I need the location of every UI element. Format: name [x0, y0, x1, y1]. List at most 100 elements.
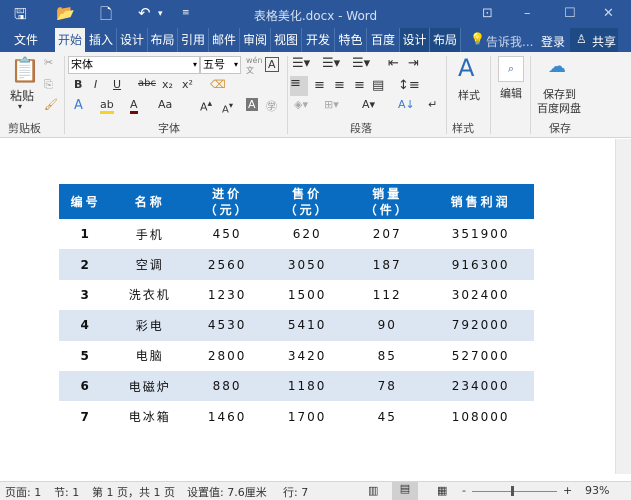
table-cell[interactable]: 1500 — [267, 280, 347, 310]
table-cell[interactable]: 234000 — [427, 370, 534, 402]
share-button[interactable]: ♙ 共享 — [570, 28, 618, 52]
table-cell[interactable]: 手机 — [112, 219, 187, 249]
zoom-level[interactable]: 93% — [585, 484, 609, 497]
font-color-icon[interactable]: A — [130, 98, 138, 114]
numbering-icon[interactable]: ☰▾ — [322, 56, 340, 71]
table-cell[interactable]: 2800 — [187, 341, 267, 371]
table-cell[interactable]: 4530 — [187, 310, 268, 341]
tab-view[interactable]: 视图 — [271, 28, 302, 52]
table-cell[interactable]: 7 — [59, 401, 112, 431]
styles-icon[interactable]: A — [458, 54, 474, 82]
editing-button[interactable]: 编辑 — [500, 85, 522, 101]
print-layout-icon[interactable]: ▤ — [392, 482, 418, 500]
italic-button[interactable]: I — [94, 78, 97, 91]
tab-baidu[interactable]: 百度 — [367, 28, 400, 52]
baidu-cloud-icon[interactable]: ☁ — [548, 56, 566, 77]
table-cell[interactable]: 电磁炉 — [112, 370, 188, 402]
cut-icon[interactable]: ✂ — [44, 56, 53, 69]
tab-table-layout[interactable]: 布局 — [430, 28, 461, 52]
table-cell[interactable]: 90 — [347, 310, 428, 341]
tell-me-search[interactable]: 告诉我... — [486, 33, 533, 50]
change-case-button[interactable]: Aa — [158, 98, 172, 111]
tab-mailings[interactable]: 邮件 — [209, 28, 240, 52]
tab-home[interactable]: 开始 — [55, 28, 85, 52]
table-cell[interactable]: 1230 — [187, 280, 267, 310]
character-shading-icon[interactable]: A — [246, 98, 258, 111]
table-cell[interactable]: 620 — [267, 219, 347, 249]
phonetic-guide-icon[interactable]: wén 文 — [246, 56, 263, 76]
chinese-layout-icon[interactable]: A▾ — [362, 98, 375, 111]
table-cell[interactable]: 3 — [59, 280, 112, 310]
table-cell[interactable]: 880 — [187, 370, 268, 402]
web-layout-icon[interactable]: ▦ — [437, 484, 447, 497]
table-cell[interactable]: 112 — [347, 280, 427, 310]
table-cell[interactable]: 4 — [59, 310, 113, 341]
tab-file[interactable]: 文件 — [4, 28, 48, 52]
tab-insert[interactable]: 插入 — [86, 28, 117, 52]
format-painter-icon[interactable]: 🖌 — [44, 98, 58, 111]
table-cell[interactable]: 6 — [59, 370, 113, 402]
character-border-icon[interactable]: A — [265, 57, 279, 72]
show-marks-icon[interactable]: ↵ — [428, 98, 437, 111]
read-mode-icon[interactable]: ▥ — [368, 484, 378, 497]
font-name-select[interactable]: 宋体 ▾ — [68, 56, 200, 74]
tab-design[interactable]: 设计 — [117, 28, 148, 52]
zoom-in-button[interactable]: + — [563, 484, 572, 497]
highlight-icon[interactable]: ab — [100, 98, 114, 114]
copy-icon[interactable]: ⎘ — [44, 78, 53, 92]
enclose-characters-icon[interactable]: ㊫ — [266, 98, 277, 114]
ribbon-display-icon[interactable]: ⊡ — [482, 6, 493, 21]
line-spacing-icon[interactable]: ↕≡ — [398, 78, 420, 93]
table-cell[interactable]: 450 — [187, 219, 267, 249]
shrink-font-icon[interactable]: A▾ — [222, 100, 233, 115]
zoom-slider-thumb[interactable] — [511, 486, 514, 496]
table-cell[interactable]: 45 — [347, 401, 427, 431]
align-left-icon[interactable]: ≡ — [290, 76, 308, 96]
multilevel-list-icon[interactable]: ☰▾ — [352, 56, 370, 71]
vertical-scrollbar[interactable] — [615, 139, 631, 474]
table-cell[interactable]: 1700 — [267, 401, 347, 431]
table-cell[interactable]: 电脑 — [112, 341, 187, 371]
clear-formatting-icon[interactable]: ⌫ — [210, 78, 226, 91]
table-cell[interactable]: 351900 — [427, 219, 534, 249]
paste-icon[interactable]: 📋 — [10, 56, 40, 84]
decrease-indent-icon[interactable]: ⇤ — [388, 56, 399, 71]
bold-button[interactable]: B — [74, 78, 82, 91]
search-icon[interactable]: ⌕ — [498, 56, 524, 82]
underline-button[interactable]: U — [113, 78, 121, 91]
table-cell[interactable]: 78 — [347, 370, 428, 402]
table-cell[interactable]: 电冰箱 — [112, 401, 187, 431]
tab-references[interactable]: 引用 — [178, 28, 209, 52]
table-cell[interactable]: 彩电 — [112, 310, 188, 341]
table-cell[interactable]: 5 — [59, 341, 112, 371]
table-cell[interactable]: 1180 — [267, 370, 348, 402]
minimize-icon[interactable]: – — [524, 6, 531, 21]
table-cell[interactable]: 3050 — [267, 249, 348, 280]
table-cell[interactable]: 916300 — [427, 249, 534, 280]
table-cell[interactable]: 1460 — [187, 401, 267, 431]
bullets-icon[interactable]: ☰▾ — [292, 56, 310, 71]
table-cell[interactable]: 527000 — [427, 341, 534, 371]
table-cell[interactable]: 空调 — [112, 249, 188, 280]
table-cell[interactable]: 108000 — [427, 401, 534, 431]
tab-special[interactable]: 特色 — [335, 28, 367, 52]
login-link[interactable]: 登录 — [541, 33, 565, 50]
superscript-button[interactable]: x² — [182, 78, 193, 91]
close-icon[interactable]: ✕ — [603, 6, 614, 21]
table-cell[interactable]: 1 — [59, 219, 112, 249]
table-cell[interactable]: 2560 — [187, 249, 268, 280]
table-cell[interactable]: 85 — [347, 341, 427, 371]
table-cell[interactable]: 2 — [59, 249, 113, 280]
distributed-icon[interactable]: ▤ — [372, 78, 384, 93]
tab-developer[interactable]: 开发 — [302, 28, 335, 52]
zoom-out-button[interactable]: - — [462, 484, 466, 497]
table-cell[interactable]: 302400 — [427, 280, 534, 310]
strikethrough-button[interactable]: abc — [138, 78, 156, 89]
zoom-slider[interactable] — [472, 491, 557, 492]
increase-indent-icon[interactable]: ⇥ — [408, 56, 419, 71]
table-cell[interactable]: 207 — [347, 219, 427, 249]
styles-button[interactable]: 样式 — [458, 87, 480, 103]
maximize-icon[interactable]: ☐ — [564, 6, 576, 21]
justify-icon[interactable]: ≡ — [354, 78, 365, 93]
tab-layout[interactable]: 布局 — [148, 28, 178, 52]
